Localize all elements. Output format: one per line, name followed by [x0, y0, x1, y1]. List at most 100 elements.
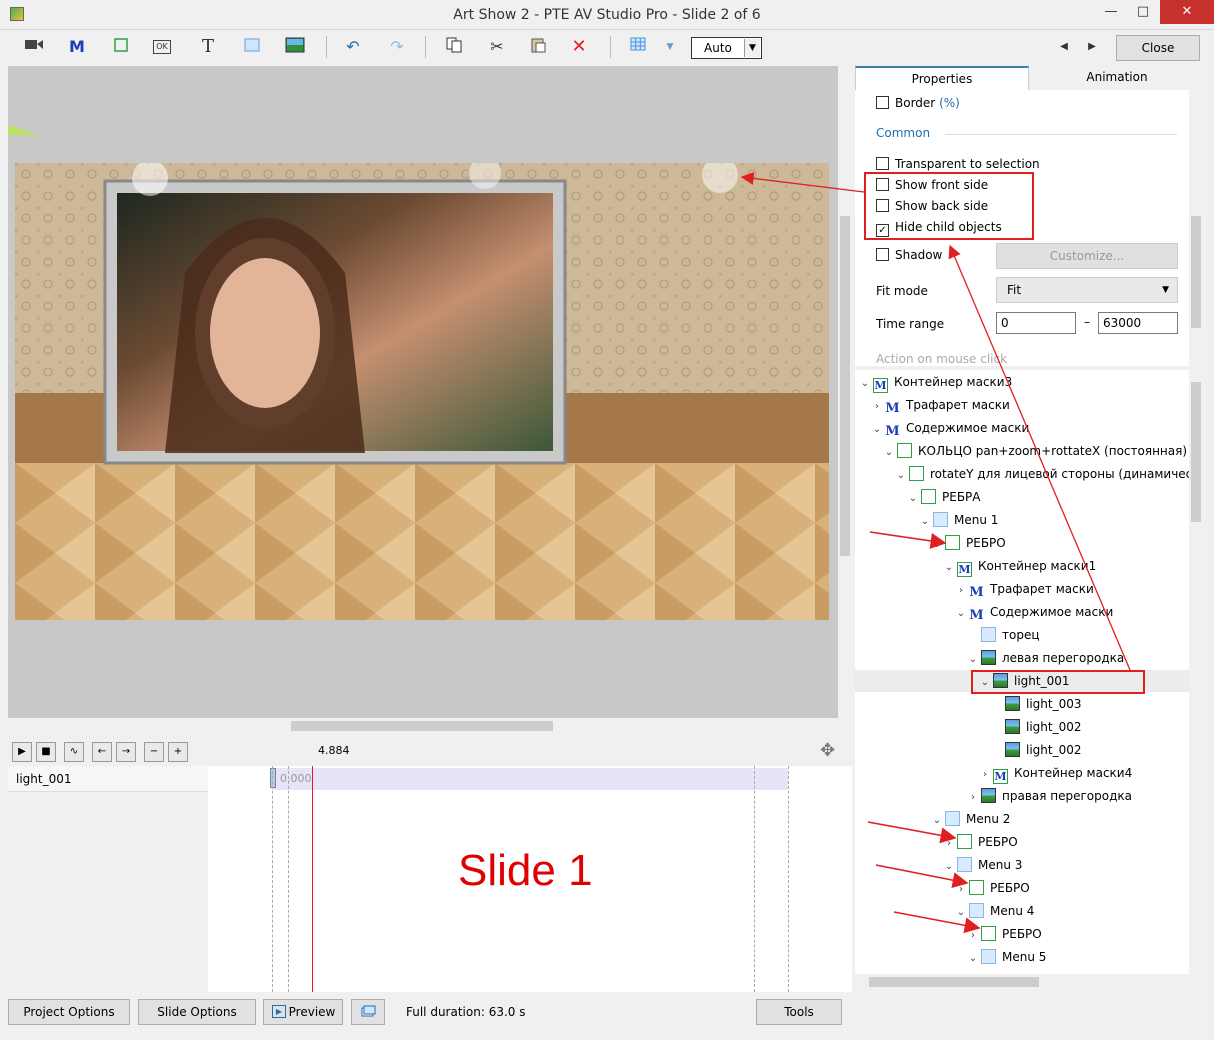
timeline-track-area[interactable]: 0.000 Slide 1: [208, 766, 852, 992]
redo-icon[interactable]: ↷: [385, 36, 409, 58]
tree-item[interactable]: light_002: [1003, 716, 1082, 738]
delete-icon[interactable]: ✕: [567, 36, 591, 58]
tree-item[interactable]: ⌄ M Содержимое маски: [955, 601, 1113, 623]
arrow-right-icon[interactable]: →: [116, 742, 136, 762]
next-slide-icon[interactable]: ▶: [1080, 36, 1104, 58]
play-icon[interactable]: ▶: [12, 742, 32, 762]
zoom-in-icon[interactable]: +: [168, 742, 188, 762]
tree-item[interactable]: light_002: [1003, 739, 1082, 761]
border-option[interactable]: Border (%): [876, 95, 960, 113]
tree-item[interactable]: › M Контейнер маски4: [979, 762, 1132, 784]
scroll-thumb[interactable]: [1191, 382, 1201, 522]
tree-item[interactable]: › РЕБРО: [955, 877, 1030, 899]
chevron-down-icon[interactable]: ⌄: [883, 442, 895, 464]
add-image-icon[interactable]: [283, 36, 307, 58]
chevron-down-icon[interactable]: ⌄: [931, 810, 943, 832]
tree-item[interactable]: light_003: [1003, 693, 1082, 715]
tree-item[interactable]: ⌄ РЕБРО: [931, 532, 1006, 554]
chevron-down-icon[interactable]: ⌄: [955, 902, 967, 924]
tree-item[interactable]: › M Трафарет маски: [871, 394, 1010, 416]
time-end-input[interactable]: 63000: [1098, 312, 1178, 334]
slide-options-button[interactable]: Slide Options: [138, 999, 256, 1025]
tree-item[interactable]: ⌄ Menu 5: [967, 946, 1046, 968]
tab-properties[interactable]: Properties: [855, 66, 1029, 90]
shadow-checkbox[interactable]: [876, 248, 889, 261]
border-checkbox[interactable]: [876, 96, 889, 109]
paste-icon[interactable]: [526, 36, 550, 58]
preview-button[interactable]: ▶ Preview: [263, 999, 343, 1025]
tree-item[interactable]: ⌄ M Контейнер маски1: [943, 555, 1096, 577]
time-start-input[interactable]: 0: [996, 312, 1076, 334]
tree-vertical-scrollbar[interactable]: [1189, 370, 1203, 974]
tree-item[interactable]: ⌄ M Содержимое маски: [871, 417, 1029, 439]
grid-icon[interactable]: [626, 36, 650, 58]
minimize-button[interactable]: —: [1096, 0, 1126, 24]
stop-icon[interactable]: ■: [36, 742, 56, 762]
tree-item[interactable]: ⌄ Menu 3: [943, 854, 1022, 876]
preview-vertical-scrollbar[interactable]: [838, 66, 852, 718]
scroll-thumb[interactable]: [1191, 216, 1201, 328]
scroll-thumb[interactable]: [840, 216, 850, 556]
cut-icon[interactable]: ✂: [485, 36, 509, 58]
tree-item[interactable]: ⌄ M Контейнер маски3: [859, 371, 1012, 393]
chevron-down-icon[interactable]: ⌄: [871, 419, 883, 441]
copy-icon[interactable]: [442, 36, 466, 58]
arrow-left-icon[interactable]: ←: [92, 742, 112, 762]
chevron-right-icon[interactable]: ›: [967, 925, 979, 947]
timeline-ruler[interactable]: 4.884 ✥: [272, 738, 852, 766]
properties-scrollbar[interactable]: [1189, 90, 1203, 366]
maximize-button[interactable]: □: [1128, 0, 1158, 24]
window-close-button[interactable]: ✕: [1160, 0, 1214, 24]
video-camera-icon[interactable]: [22, 36, 46, 58]
chevron-down-icon[interactable]: ⌄: [955, 603, 967, 625]
chevron-right-icon[interactable]: ›: [967, 787, 979, 809]
chevron-down-icon[interactable]: ⌄: [943, 557, 955, 579]
add-text-icon[interactable]: T: [196, 36, 220, 58]
previous-slide-icon[interactable]: ◀: [1052, 36, 1076, 58]
add-frame-icon[interactable]: [109, 36, 133, 58]
publish-icon[interactable]: [351, 999, 385, 1025]
project-options-button[interactable]: Project Options: [8, 999, 130, 1025]
waveform-icon[interactable]: ∿: [64, 742, 84, 762]
chevron-right-icon[interactable]: ›: [871, 396, 883, 418]
playhead[interactable]: [312, 766, 313, 992]
add-button-icon[interactable]: OK: [153, 40, 171, 54]
tree-item[interactable]: › M Трафарет маски: [955, 578, 1094, 600]
scroll-thumb[interactable]: [869, 977, 1039, 987]
zoom-out-icon[interactable]: −: [144, 742, 164, 762]
chevron-right-icon[interactable]: ›: [943, 833, 955, 855]
tree-item[interactable]: ⌄ Menu 1: [919, 509, 998, 531]
chevron-down-icon[interactable]: ⌄: [967, 948, 979, 970]
close-button[interactable]: Close: [1116, 35, 1200, 61]
chevron-right-icon[interactable]: ›: [955, 879, 967, 901]
add-rectangle-icon[interactable]: [240, 36, 264, 58]
tree-item[interactable]: ⌄ левая перегородка: [967, 647, 1124, 669]
move-icon[interactable]: ✥: [820, 740, 835, 761]
timeline-track[interactable]: [272, 768, 788, 790]
chevron-down-icon[interactable]: ⌄: [907, 488, 919, 510]
slide-preview[interactable]: [8, 66, 838, 718]
scroll-thumb[interactable]: [291, 721, 553, 731]
tree-item[interactable]: ⌄ Menu 4: [955, 900, 1034, 922]
tree-item[interactable]: ⌄rotateY для лицевой стороны (динамическ…: [895, 463, 1189, 485]
tab-animation[interactable]: Animation: [1029, 66, 1205, 90]
tree-item[interactable]: ⌄ РЕБРА: [907, 486, 981, 508]
chevron-down-icon[interactable]: ⌄: [931, 534, 943, 556]
chevron-down-icon[interactable]: ⌄: [919, 511, 931, 533]
tree-item[interactable]: › РЕБРО: [967, 923, 1042, 945]
chevron-down-icon[interactable]: ⌄: [859, 373, 871, 395]
grid-dropdown-icon[interactable]: ▼: [658, 36, 682, 58]
tree-item[interactable]: ⌄ КОЛЬЦО pan+zoom+rottateX (постоянная): [883, 440, 1187, 462]
transparent-checkbox[interactable]: [876, 157, 889, 170]
tree-item[interactable]: ⌄ Menu 2: [931, 808, 1010, 830]
customize-button[interactable]: Customize...: [996, 243, 1178, 269]
undo-icon[interactable]: ↶: [341, 36, 365, 58]
chevron-down-icon[interactable]: ⌄: [967, 649, 979, 671]
tree-item[interactable]: › РЕБРО: [943, 831, 1018, 853]
add-mask-container-icon[interactable]: M: [65, 36, 89, 58]
fit-mode-select[interactable]: Fit ▼: [996, 277, 1178, 303]
chevron-right-icon[interactable]: ›: [955, 580, 967, 602]
chevron-right-icon[interactable]: ›: [979, 764, 991, 786]
tools-button[interactable]: Tools: [756, 999, 842, 1025]
chevron-down-icon[interactable]: ⌄: [943, 856, 955, 878]
